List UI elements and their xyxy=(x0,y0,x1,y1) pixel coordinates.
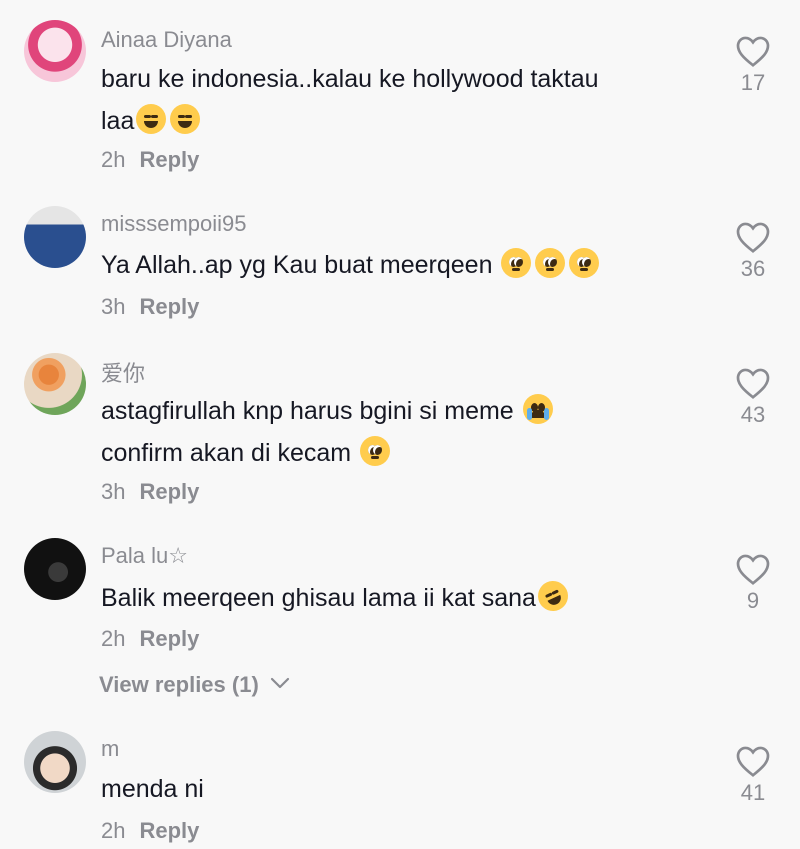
reply-button[interactable]: Reply xyxy=(139,294,199,319)
pleading-face-emoji-icon xyxy=(360,436,391,466)
like-count: 41 xyxy=(740,780,766,805)
comment-text-line: baru ke indonesia..kalau ke hollywood ta… xyxy=(101,65,599,93)
comment-username[interactable]: 爱你 xyxy=(101,356,145,388)
comment-text: Ya Allah..ap yg Kau buat meerqeen xyxy=(101,244,601,286)
reply-button[interactable]: Reply xyxy=(139,479,199,504)
comment-text: menda ni xyxy=(101,768,204,810)
like-button[interactable]: 9 xyxy=(728,552,778,614)
rolling-on-floor-laughing-emoji-icon xyxy=(533,576,573,616)
comment-time: 2h xyxy=(101,818,126,843)
like-count: 43 xyxy=(740,402,766,427)
avatar[interactable] xyxy=(24,20,86,82)
loudly-crying-emoji-icon xyxy=(522,394,553,424)
heart-outline-icon xyxy=(736,746,770,777)
avatar[interactable] xyxy=(24,538,86,600)
pleading-face-emoji-icon xyxy=(535,248,566,278)
comment-username[interactable]: m xyxy=(101,736,119,762)
comment-username[interactable]: Ainaa Diyana xyxy=(101,27,232,53)
heart-outline-icon xyxy=(736,554,770,585)
comment-text-line: astagfirullah knp harus bgini si meme xyxy=(101,397,514,425)
reply-button[interactable]: Reply xyxy=(139,818,199,843)
comment-username[interactable]: Pala lu☆ xyxy=(101,543,188,569)
comment-text-line: menda ni xyxy=(101,775,204,803)
avatar[interactable] xyxy=(24,353,86,415)
comment-time: 3h xyxy=(101,479,126,504)
comment-meta: 3h Reply xyxy=(101,479,199,505)
pleading-face-emoji-icon xyxy=(569,248,600,278)
heart-outline-icon xyxy=(736,222,770,253)
like-button[interactable]: 43 xyxy=(728,366,778,428)
comment-meta: 2h Reply xyxy=(101,818,199,844)
like-button[interactable]: 17 xyxy=(728,34,778,96)
like-count: 36 xyxy=(740,256,766,281)
pleading-face-emoji-icon xyxy=(501,248,532,278)
avatar[interactable] xyxy=(24,731,86,793)
comment-text-line: Ya Allah..ap yg Kau buat meerqeen xyxy=(101,251,493,279)
heart-outline-icon xyxy=(736,36,770,67)
comment-meta: 2h Reply xyxy=(101,626,199,652)
view-replies-label: View replies (1) xyxy=(99,672,259,697)
comment-meta: 3h Reply xyxy=(101,294,199,320)
comment-text: Balik meerqeen ghisau lama ii kat sana xyxy=(101,576,573,619)
comment-time: 2h xyxy=(101,626,126,651)
reply-button[interactable]: Reply xyxy=(139,626,199,651)
like-button[interactable]: 36 xyxy=(728,220,778,282)
like-button[interactable]: 41 xyxy=(728,744,778,806)
comment-time: 2h xyxy=(101,147,126,172)
comment-text-line: laa xyxy=(101,107,135,135)
chevron-down-icon xyxy=(270,677,290,689)
comment-text-line: confirm akan di kecam xyxy=(101,439,352,467)
comment-username[interactable]: misssempoii95 xyxy=(101,211,247,237)
comment-meta: 2h Reply xyxy=(101,147,199,173)
comment-text-line: Balik meerqeen ghisau lama ii kat sana xyxy=(101,584,536,612)
heart-outline-icon xyxy=(736,368,770,399)
comment-text: astagfirullah knp harus bgini si meme co… xyxy=(101,390,555,474)
laughing-emoji-icon xyxy=(170,104,201,134)
like-count: 17 xyxy=(740,70,766,95)
reply-button[interactable]: Reply xyxy=(139,147,199,172)
comment-text: baru ke indonesia..kalau ke hollywood ta… xyxy=(101,58,599,142)
avatar[interactable] xyxy=(24,206,86,268)
like-count: 9 xyxy=(746,588,760,613)
comment-time: 3h xyxy=(101,294,126,319)
laughing-emoji-icon xyxy=(136,104,167,134)
view-replies-button[interactable]: View replies (1) xyxy=(99,672,291,698)
